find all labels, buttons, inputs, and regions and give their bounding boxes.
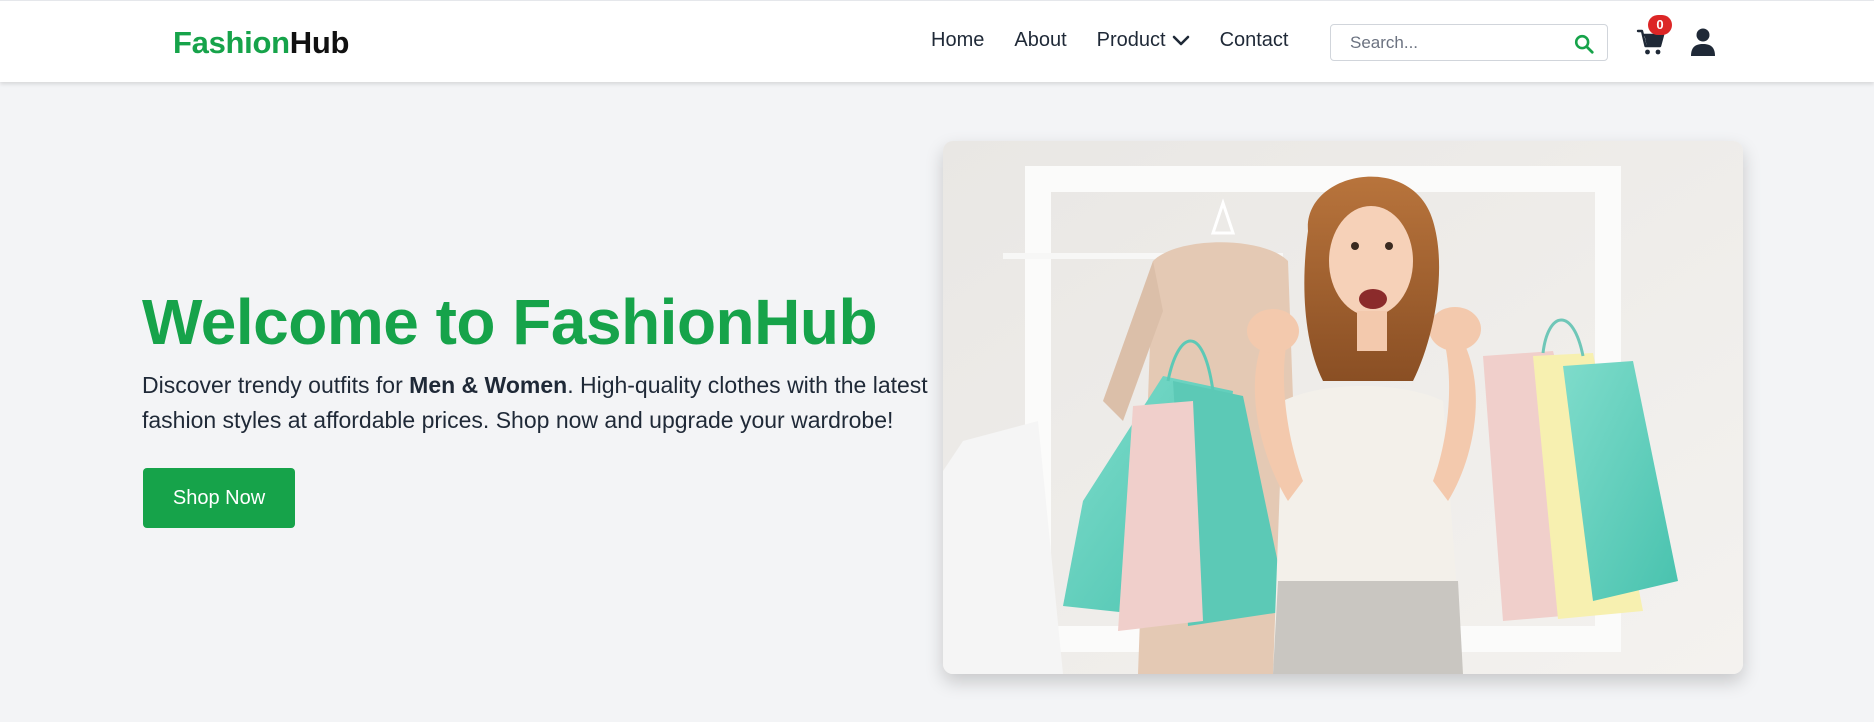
nav-link-home[interactable]: Home: [931, 29, 984, 52]
shop-now-button[interactable]: Shop Now: [143, 468, 295, 528]
logo-text-hub: Hub: [289, 25, 350, 60]
user-icon[interactable]: [1690, 27, 1716, 57]
hero-title: Welcome to FashionHub: [142, 286, 878, 358]
logo[interactable]: FashionHub: [173, 25, 349, 61]
nav-link-product-label: Product: [1096, 29, 1166, 51]
logo-text-fashion: Fashion: [173, 25, 290, 60]
search-icon[interactable]: [1573, 33, 1595, 55]
hero-description: Discover trendy outfits for Men & Women.…: [142, 368, 942, 438]
hero-text-highlight: Men & Women: [409, 372, 568, 398]
nav-link-contact[interactable]: Contact: [1220, 29, 1289, 52]
chevron-down-icon: [1172, 35, 1189, 45]
hero-text-intro: Discover trendy outfits for: [142, 372, 410, 398]
nav-links: Home About Product Contact: [931, 29, 1319, 52]
nav-link-about[interactable]: About: [1014, 29, 1066, 52]
navbar: FashionHub Home About Product Contact 0: [0, 0, 1874, 82]
hero-photo-illustration: [943, 141, 1743, 674]
nav-link-product[interactable]: Product: [1097, 29, 1190, 52]
search-input[interactable]: [1331, 25, 1561, 60]
cart-count-badge: 0: [1648, 15, 1672, 35]
hero-image: [943, 141, 1743, 674]
search-box: [1330, 24, 1608, 61]
